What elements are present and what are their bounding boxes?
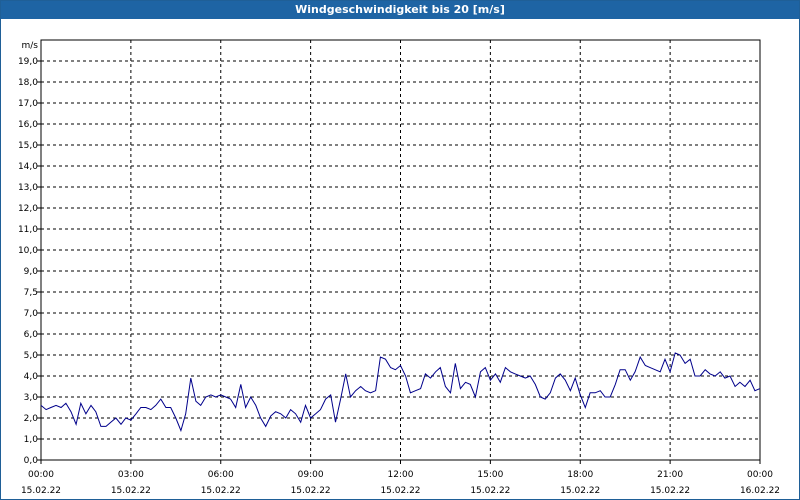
x-tick-date-label: 16.02.22 xyxy=(740,486,780,496)
y-tick-label: 19,0 xyxy=(18,57,38,67)
x-tick-date-label: 15.02.22 xyxy=(111,486,151,496)
y-tick-label: 12,0 xyxy=(18,204,38,214)
y-tick-label: 9,0 xyxy=(24,267,39,277)
y-tick-labels: 0,0 1,0 2,0 3,0 4,0 5,0 6,0 7,0 7,5 9,0 10,0 11,0 12… xyxy=(18,57,38,466)
x-tick-date-label: 15.02.22 xyxy=(560,486,600,496)
y-tick-label: 13,0 xyxy=(18,183,38,193)
y-tick-label: 2,0 xyxy=(24,414,39,424)
x-tick-time-label: 00:00 xyxy=(28,470,54,480)
y-tick-label: 14,0 xyxy=(18,162,38,172)
y-tick-label: 18,0 xyxy=(18,78,38,88)
y-tick-label: 0,0 xyxy=(24,456,39,466)
y-tick-label: 1,0 xyxy=(24,435,39,445)
y-tick-label: 11,0 xyxy=(18,225,38,235)
axes xyxy=(37,39,761,464)
y-axis-unit-label: m/s xyxy=(22,41,39,51)
y-tick-label: 3,0 xyxy=(24,393,39,403)
x-tick-date-label: 15.02.22 xyxy=(380,486,420,496)
wind-speed-chart: 0,0 1,0 2,0 3,0 4,0 5,0 6,0 7,0 7,5 9,0 10,0 11,0 12… xyxy=(18,39,780,496)
x-tick-time-label: 18:00 xyxy=(567,470,593,480)
y-tick-label: 10,0 xyxy=(18,246,38,256)
y-tick-label: 7,5 xyxy=(24,288,38,298)
x-tick-date-label: 15.02.22 xyxy=(470,486,510,496)
x-tick-time-label: 00:00 xyxy=(747,470,773,480)
y-tick-label: 7,0 xyxy=(24,309,39,319)
y-tick-label: 5,0 xyxy=(24,351,39,361)
grid-lines xyxy=(41,40,760,460)
x-tick-time-label: 09:00 xyxy=(298,470,324,480)
y-tick-label: 6,0 xyxy=(24,330,39,340)
y-tick-label: 4,0 xyxy=(24,372,39,382)
y-tick-label: 17,0 xyxy=(18,99,38,109)
y-tick-label: 15,0 xyxy=(18,141,38,151)
y-tick-label: 16,0 xyxy=(18,120,38,130)
x-tick-labels: 00:00 15.02.22 03:00 15.02.22 06:00 15.02.22 0… xyxy=(21,470,780,496)
x-tick-time-label: 21:00 xyxy=(657,470,683,480)
x-tick-date-label: 15.02.22 xyxy=(291,486,331,496)
x-tick-date-label: 15.02.22 xyxy=(201,486,241,496)
x-tick-time-label: 03:00 xyxy=(118,470,144,480)
x-tick-time-label: 06:00 xyxy=(208,470,234,480)
x-tick-date-label: 15.02.22 xyxy=(21,486,61,496)
x-tick-date-label: 15.02.22 xyxy=(650,486,690,496)
x-tick-time-label: 12:00 xyxy=(388,470,414,480)
x-tick-time-label: 15:00 xyxy=(477,470,503,480)
